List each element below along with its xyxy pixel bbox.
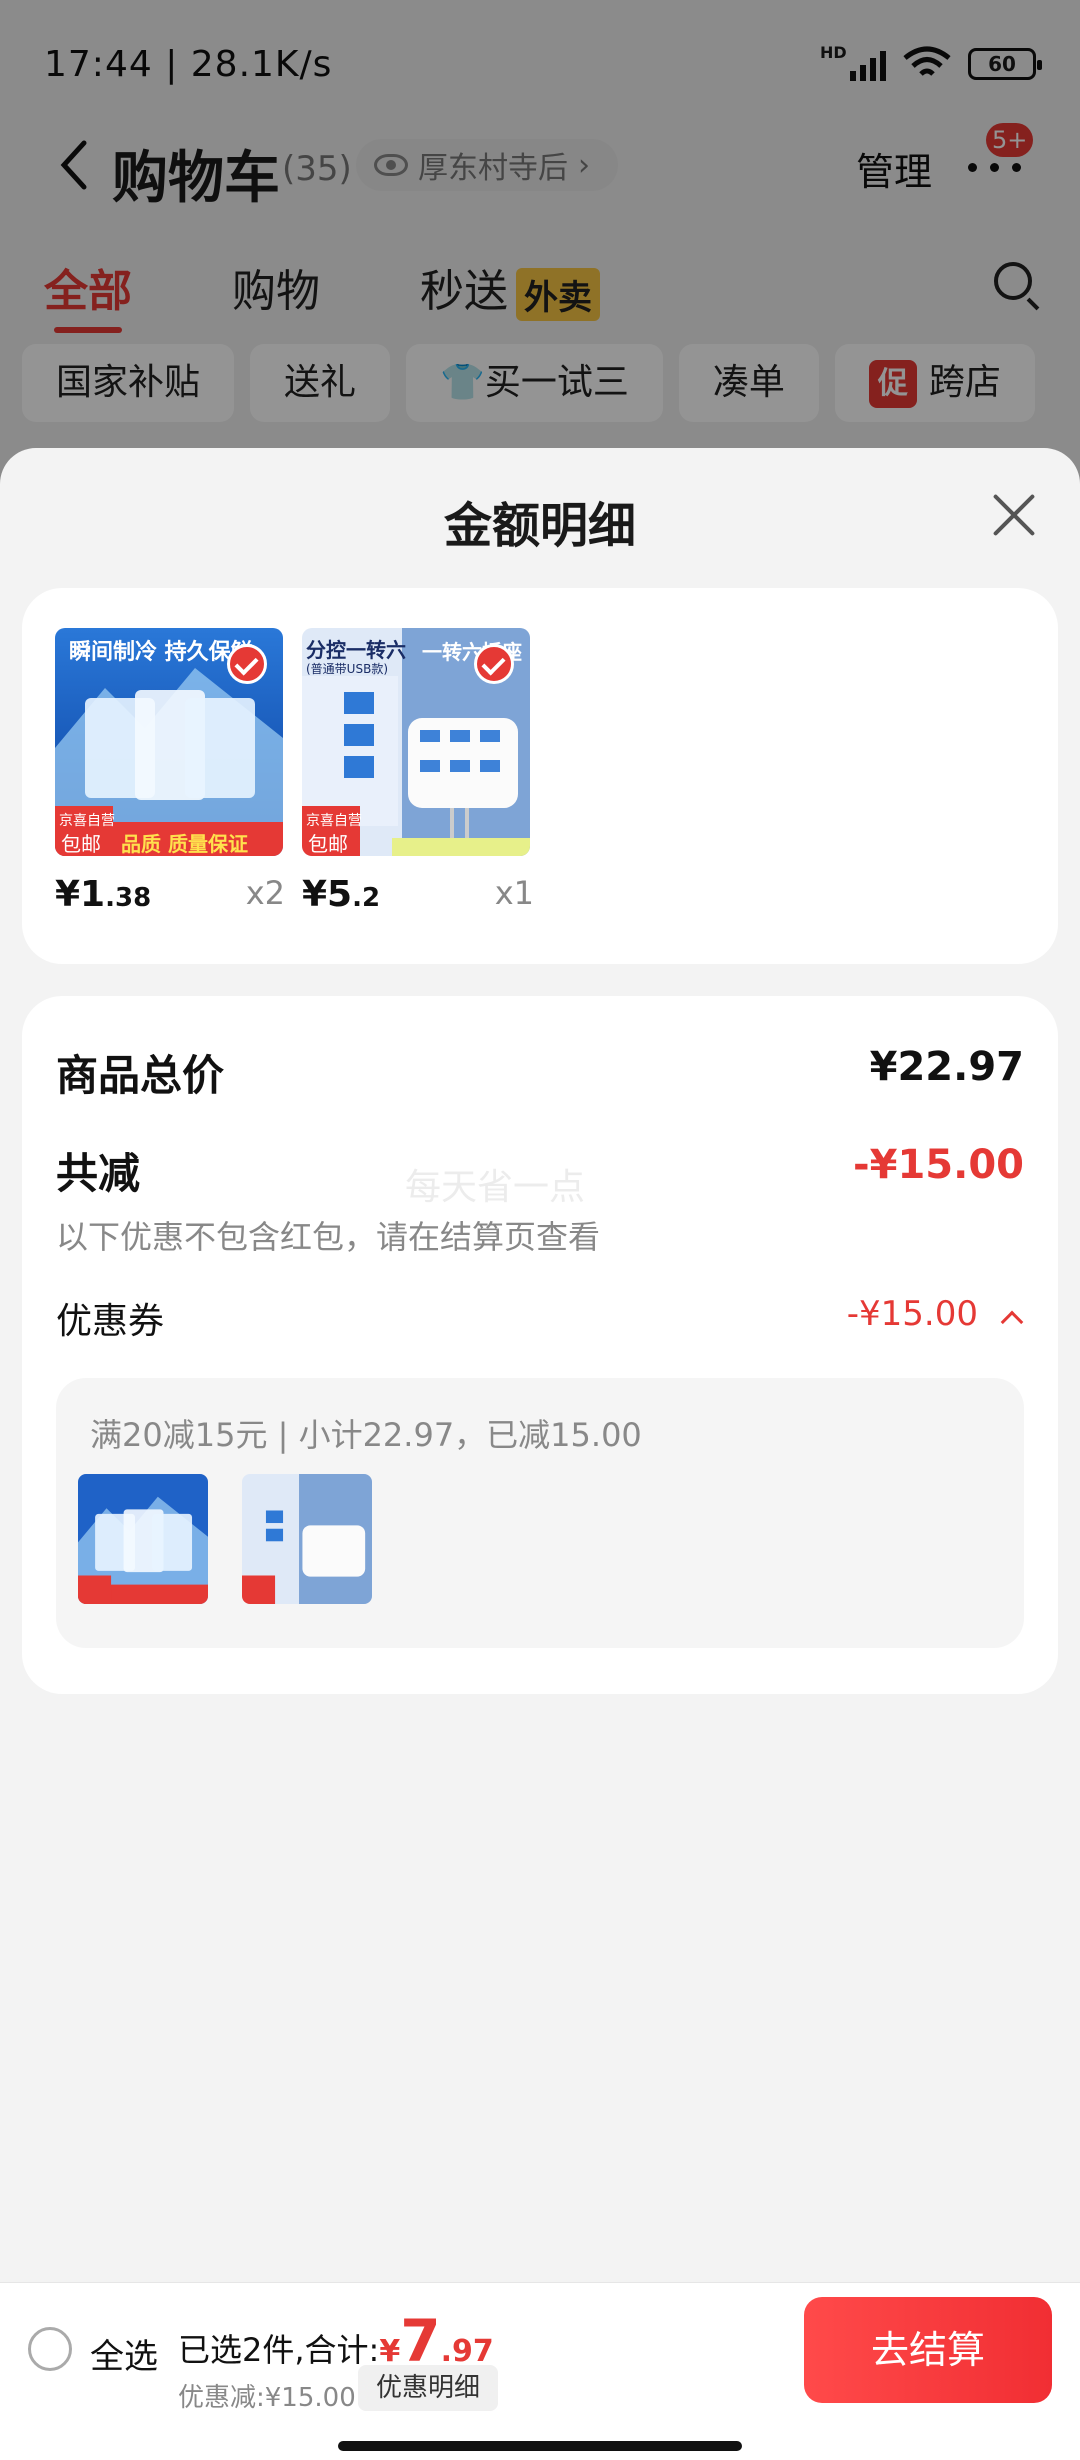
- chevron-up-icon[interactable]: [1000, 1310, 1024, 1334]
- free-shipping-tag: 包邮: [61, 832, 101, 856]
- close-icon[interactable]: [990, 492, 1036, 538]
- product-price: ¥5.2: [302, 874, 381, 915]
- checkout-bar: 全选 已选2件,合计:¥7.97 优惠减:¥15.00 优惠明细 去结算: [0, 2282, 1080, 2460]
- coupon-rule: 满20减15元 | 小计22.97，已减15.00: [90, 1416, 642, 1454]
- home-indicator: [338, 2441, 742, 2451]
- selected-products-card: 瞬间制冷 持久保鲜 京喜自营 包邮 品质 质量保证 ¥1.38 x2 分控一转六…: [22, 588, 1058, 964]
- sheet-title: 金额明细: [443, 498, 636, 554]
- total-discount-value: -¥15.00: [853, 1142, 1024, 1188]
- banner-text: 分控一转六: [306, 638, 406, 662]
- product-qty: x2: [245, 874, 285, 912]
- banner-subtext: (普通带USB款): [306, 662, 388, 676]
- product-image-power-strip: 分控一转六 (普通带USB款) 一转六插座 京喜自营 包邮: [302, 628, 530, 856]
- seller-tag: 京喜自营: [59, 813, 115, 829]
- product-item[interactable]: 瞬间制冷 持久保鲜 京喜自营 包邮 品质 质量保证 ¥1.38 x2: [55, 628, 285, 915]
- coupon-product-thumb: [242, 1474, 372, 1604]
- discount-amount: 优惠减:¥15.00: [178, 2383, 356, 2413]
- free-shipping-tag: 包邮: [308, 832, 348, 856]
- select-all-label[interactable]: 全选: [90, 2329, 158, 2378]
- total-price-label: 商品总价: [56, 1051, 225, 1100]
- coupon-product-thumb: [78, 1474, 208, 1604]
- coupon-value[interactable]: -¥15.00: [847, 1294, 978, 1334]
- total-price-value: ¥22.97: [869, 1044, 1024, 1090]
- select-all-checkbox[interactable]: [28, 2327, 72, 2371]
- checked-icon: [227, 644, 267, 684]
- checked-icon: [474, 644, 514, 684]
- product-price: ¥1.38: [55, 874, 152, 915]
- amount-detail-sheet: 金额明细 瞬间制冷 持久保鲜 京喜自营 包邮 品质 质量保证 ¥1.38 x2 …: [0, 448, 1080, 2460]
- total-discount-label: 共减: [56, 1149, 141, 1198]
- seller-tag: 京喜自营: [306, 813, 362, 829]
- watermark: 每天省一点: [405, 1167, 586, 1208]
- product-image-ice-pack: 瞬间制冷 持久保鲜 京喜自营 包邮 品质 质量保证: [55, 628, 283, 856]
- price-detail-card: 商品总价 ¥22.97 共减 -¥15.00 以下优惠不包含红包，请在结算页查看…: [22, 996, 1058, 1694]
- discount-detail-button[interactable]: 优惠明细: [358, 2365, 499, 2411]
- banner-text: 瞬间制冷 持久保鲜: [69, 640, 253, 665]
- coupon-detail-box: 满20减15元 | 小计22.97，已减15.00: [56, 1378, 1024, 1648]
- product-item[interactable]: 分控一转六 (普通带USB款) 一转六插座 京喜自营 包邮 ¥5.2 x1: [302, 628, 534, 915]
- product-qty: x1: [494, 874, 534, 912]
- quality-strip: 品质 质量保证: [121, 832, 248, 856]
- checkout-button[interactable]: 去结算: [804, 2297, 1052, 2403]
- coupon-label: 优惠券: [56, 1301, 165, 1342]
- discount-note: 以下优惠不包含红包，请在结算页查看: [56, 1218, 601, 1256]
